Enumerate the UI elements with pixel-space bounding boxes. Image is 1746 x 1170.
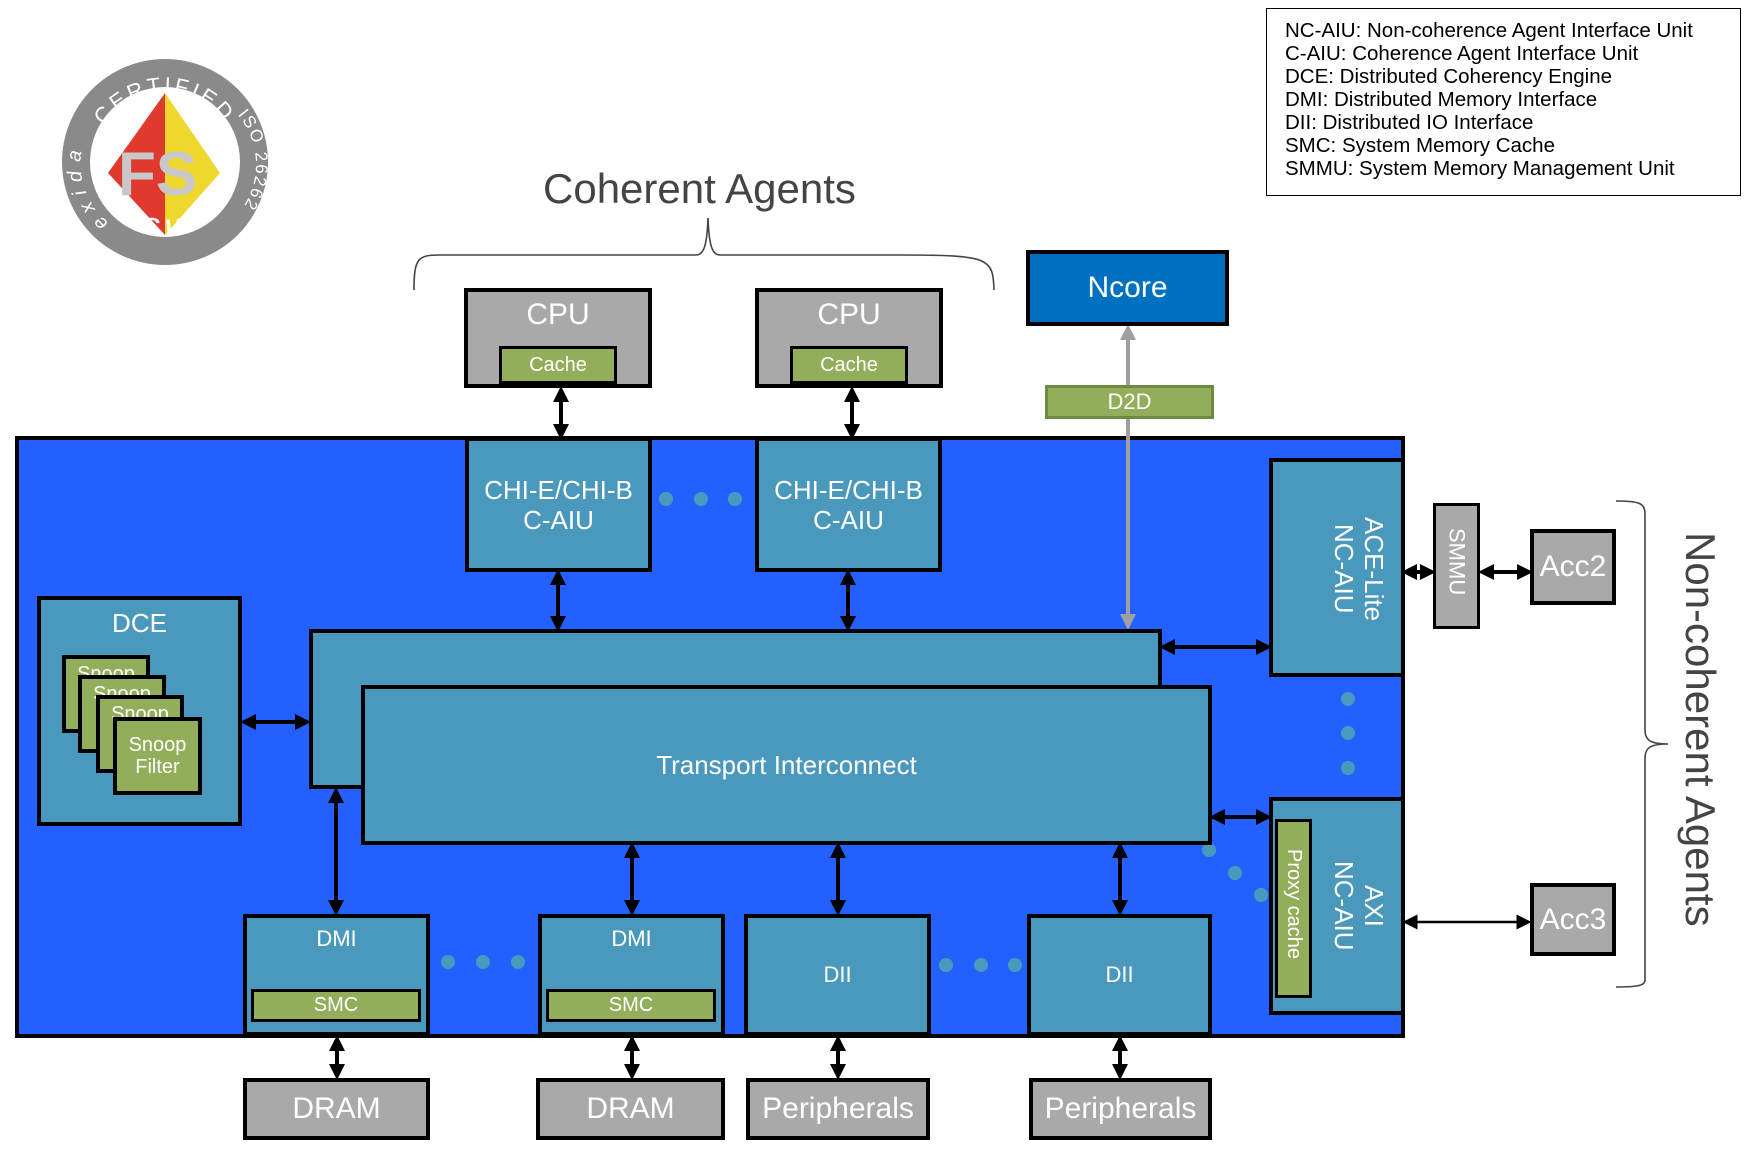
accelerator-label: Acc2: [1539, 550, 1607, 583]
d2d-block[interactable]: D2D: [1045, 385, 1214, 419]
accelerator-label: Acc3: [1539, 902, 1607, 936]
ellipsis-dot: [1341, 761, 1355, 775]
ncaiu-type-label: NC-AIU: [1329, 524, 1359, 614]
dii-block[interactable]: DII: [1027, 914, 1212, 1036]
smc-block[interactable]: SMC: [546, 989, 716, 1022]
ellipsis-dot: [659, 492, 673, 506]
ellipsis-dot: [476, 955, 490, 969]
dii-label: DII: [823, 962, 852, 987]
snoop-filter-card[interactable]: Snoop Filter: [113, 717, 202, 795]
interconnect-label: Transport Interconnect: [656, 750, 917, 780]
acelite-ncaiu-block[interactable]: ACE-Lite NC-AIU: [1269, 458, 1405, 677]
dram-label: DRAM: [292, 1092, 381, 1125]
ellipsis-dot: [939, 958, 953, 972]
dii-block[interactable]: DII: [744, 914, 931, 1036]
ellipsis-dot: [694, 492, 708, 506]
peripherals-label: Peripherals: [762, 1092, 914, 1125]
ellipsis-dot: [1341, 726, 1355, 740]
ncaiu-type-label: NC-AIU: [1329, 861, 1359, 951]
dram-block[interactable]: DRAM: [243, 1078, 430, 1140]
dii-label: DII: [1105, 962, 1134, 987]
ellipsis-dot: [1202, 843, 1216, 857]
dram-block[interactable]: DRAM: [536, 1078, 725, 1140]
ncore-label: Ncore: [1087, 271, 1168, 304]
ellipsis-dot: [974, 958, 988, 972]
dram-label: DRAM: [586, 1092, 675, 1125]
smmu-label: SMMU: [1444, 528, 1470, 596]
accelerator-block[interactable]: Acc2: [1530, 529, 1616, 605]
ellipsis-dot: [1228, 866, 1242, 880]
dce-label: DCE: [112, 608, 167, 638]
cache-label: Cache: [529, 353, 587, 376]
smc-label: SMC: [313, 994, 359, 1016]
proxy-cache-block[interactable]: Proxy cache: [1275, 819, 1312, 998]
caiu-protocol-label: CHI-E/CHI-B: [774, 475, 923, 505]
cpu-label: CPU: [817, 298, 881, 331]
d2d-label: D2D: [1107, 389, 1152, 414]
snoop-filter-label: Snoop: [128, 734, 187, 756]
smmu-block[interactable]: SMMU: [1433, 503, 1480, 629]
ellipsis-dot: [511, 955, 525, 969]
accelerator-block[interactable]: Acc3: [1530, 883, 1616, 956]
transport-interconnect[interactable]: Transport Interconnect: [361, 685, 1212, 845]
ellipsis-dot: [1008, 958, 1022, 972]
dmi-label: DMI: [316, 926, 357, 951]
caiu-type-label: C-AIU: [523, 505, 594, 535]
cpu-label: CPU: [526, 298, 590, 331]
caiu-block[interactable]: CHI-E/CHI-B C-AIU: [755, 437, 942, 572]
caiu-block[interactable]: CHI-E/CHI-B C-AIU: [465, 437, 652, 572]
caiu-protocol-label: CHI-E/CHI-B: [484, 475, 633, 505]
ellipsis-dot: [1341, 692, 1355, 706]
ellipsis-dot: [728, 492, 742, 506]
snoop-filter-label-2: Filter: [135, 756, 180, 778]
coherent-agents-brace: [413, 217, 995, 291]
ncaiu-protocol-label: ACE-Lite: [1359, 517, 1389, 622]
caiu-type-label: C-AIU: [813, 505, 884, 535]
ellipsis-dot: [1254, 888, 1268, 902]
peripherals-block[interactable]: Peripherals: [1029, 1078, 1212, 1140]
cache-label: Cache: [820, 353, 878, 376]
smc-label: SMC: [608, 994, 654, 1016]
noncoherent-agents-brace: [1615, 500, 1669, 988]
noncoherent-agents-title: Non-coherent Agents: [1677, 532, 1724, 927]
peripherals-block[interactable]: Peripherals: [746, 1078, 930, 1140]
ellipsis-dot: [441, 955, 455, 969]
ncore-block[interactable]: Ncore: [1026, 250, 1229, 326]
smc-block[interactable]: SMC: [251, 989, 421, 1022]
cpu-cache[interactable]: Cache: [499, 346, 617, 384]
dmi-label: DMI: [611, 926, 652, 951]
cpu-cache[interactable]: Cache: [790, 346, 908, 384]
peripherals-label: Peripherals: [1044, 1092, 1197, 1125]
ncaiu-protocol-label: AXI: [1359, 885, 1389, 927]
proxy-cache-label: Proxy cache: [1283, 849, 1305, 960]
